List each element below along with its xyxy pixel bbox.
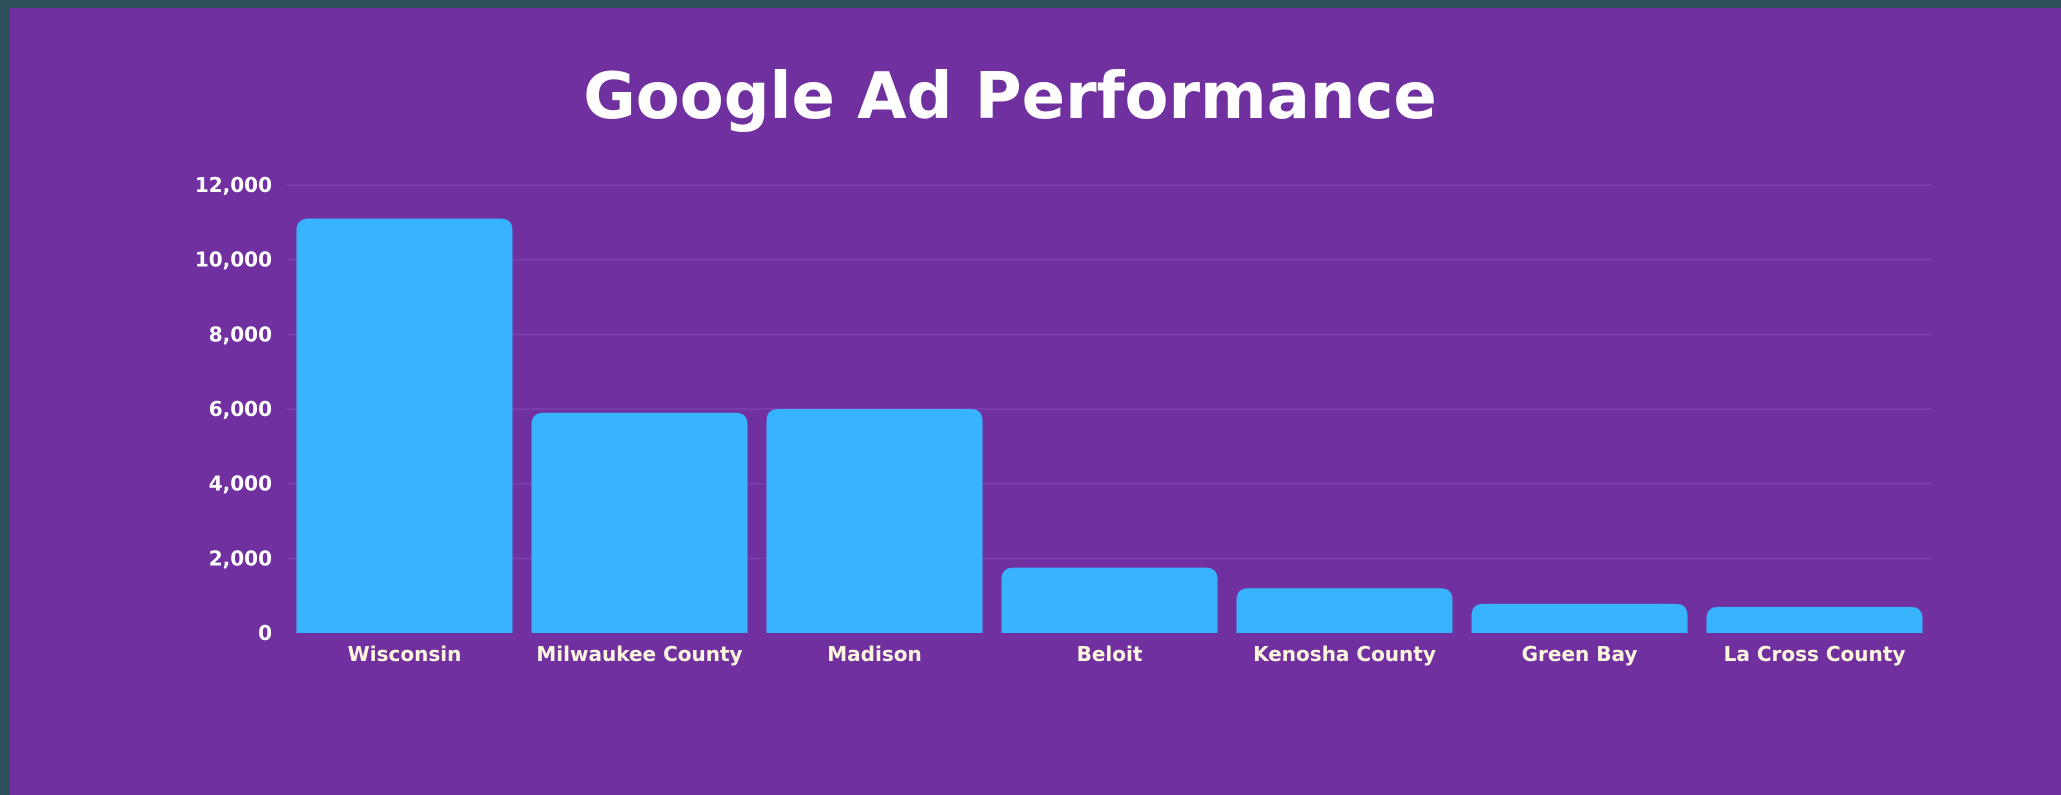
x-category-label: Madison <box>827 642 921 666</box>
chart-panel: Google Ad Performance 0 2,000 4,000 6,000 8,… <box>10 8 2061 795</box>
bar-madison <box>766 409 983 633</box>
y-tick-label: 10,000 <box>195 248 272 272</box>
y-tick-label: 4,000 <box>209 472 272 496</box>
x-category-label: Milwaukee County <box>536 642 742 666</box>
x-category-label: Kenosha County <box>1253 642 1436 666</box>
y-tick-label: 0 <box>258 621 272 645</box>
y-tick-label: 6,000 <box>209 397 272 421</box>
y-axis-ticks: 0 2,000 4,000 6,000 8,000 10,000 12,000 <box>195 173 272 645</box>
y-tick-label: 2,000 <box>209 546 272 570</box>
bar-la-cross-county <box>1706 606 1923 633</box>
bar-milwaukee-county <box>531 412 748 633</box>
x-category-label: Beloit <box>1077 642 1143 666</box>
y-tick-label: 8,000 <box>209 322 272 346</box>
bars <box>296 218 1923 633</box>
x-category-label: Green Bay <box>1522 642 1638 666</box>
y-tick-label: 12,000 <box>195 173 272 197</box>
bar-wisconsin <box>296 218 513 633</box>
x-category-label: La Cross County <box>1724 642 1906 666</box>
x-axis-labels: Wisconsin Milwaukee County Madison Beloit Ke… <box>348 642 1906 666</box>
bar-chart: 0 2,000 4,000 6,000 8,000 10,000 12,000 Wiscon… <box>195 173 1932 666</box>
bar-green-bay <box>1471 603 1688 633</box>
x-category-label: Wisconsin <box>348 642 462 666</box>
bar-kenosha-county <box>1236 588 1453 633</box>
bar-beloit <box>1001 567 1218 633</box>
